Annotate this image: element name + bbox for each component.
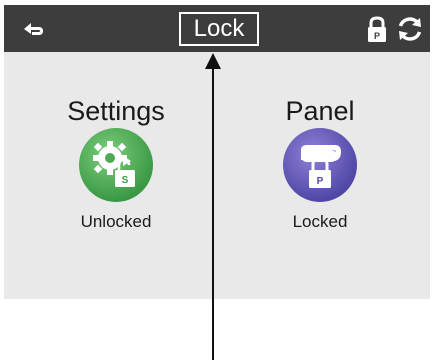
back-arrow-icon (24, 23, 43, 35)
gear-unlock-icon[interactable]: S (79, 128, 153, 202)
tile-title: Panel (285, 96, 355, 126)
panel-lock-icon[interactable]: P (283, 128, 357, 202)
refresh-button[interactable] (396, 15, 424, 43)
lock-button[interactable]: P (364, 15, 390, 43)
tile-status: Unlocked (80, 212, 152, 231)
svg-text:P: P (374, 31, 380, 41)
lock-p-icon: P (368, 16, 386, 42)
svg-text:P: P (317, 176, 324, 187)
page-title: Lock (179, 12, 259, 46)
panel-tile[interactable]: Panel P Locked (220, 94, 420, 232)
settings-tile[interactable]: Settings S Unlocked (16, 94, 216, 232)
refresh-icon (398, 17, 422, 41)
lock-content-area: Settings S Unlocked Panel P Locked (4, 52, 430, 299)
tile-status: Locked (292, 212, 348, 231)
annotation-arrow-line (212, 66, 214, 360)
svg-text:S: S (122, 175, 129, 186)
back-button[interactable] (18, 15, 48, 43)
top-bar: Lock P (4, 5, 430, 52)
tile-title: Settings (67, 96, 165, 126)
